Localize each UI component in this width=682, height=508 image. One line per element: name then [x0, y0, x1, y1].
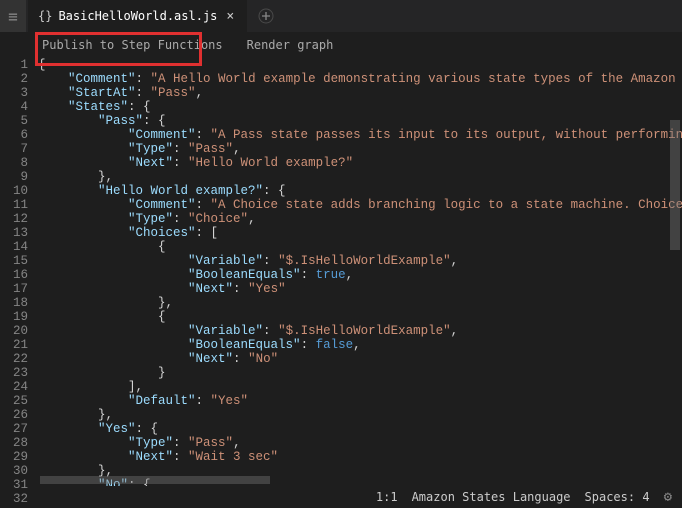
tab-filename: BasicHelloWorld.asl.js — [58, 9, 217, 23]
horizontal-scrollbar[interactable] — [40, 476, 270, 484]
code-line[interactable]: { — [38, 310, 682, 324]
status-bar: 1:1 Amazon States Language Spaces: 4 ⚙ — [366, 486, 682, 508]
language-mode[interactable]: Amazon States Language — [412, 490, 571, 504]
publish-step-functions-link[interactable]: Publish to Step Functions — [42, 38, 223, 52]
code-line[interactable]: }, — [38, 408, 682, 422]
new-tab-button[interactable] — [248, 0, 284, 32]
code-line[interactable]: "Next": "No" — [38, 352, 682, 366]
render-graph-link[interactable]: Render graph — [247, 38, 334, 52]
code-line[interactable]: ], — [38, 380, 682, 394]
code-lens-bar: Publish to Step Functions Render graph — [0, 32, 682, 58]
code-line[interactable]: "Type": "Choice", — [38, 212, 682, 226]
activity-bar-menu-icon[interactable]: ≡ — [0, 0, 26, 32]
editor-tab[interactable]: {} BasicHelloWorld.asl.js × — [28, 0, 248, 32]
code-line[interactable]: "Comment": "A Choice state adds branchin… — [38, 198, 682, 212]
code-line[interactable]: "Variable": "$.IsHelloWorldExample", — [38, 324, 682, 338]
code-line[interactable]: "Type": "Pass", — [38, 142, 682, 156]
json-file-icon: {} — [38, 9, 52, 23]
code-line[interactable]: "Pass": { — [38, 114, 682, 128]
indentation[interactable]: Spaces: 4 — [585, 490, 650, 504]
code-line[interactable]: { — [38, 58, 682, 72]
editor-area[interactable]: 1234567891011121314151617181920212223242… — [0, 58, 682, 486]
code-line[interactable]: "Comment": "A Pass state passes its inpu… — [38, 128, 682, 142]
code-line[interactable]: "Next": "Hello World example?" — [38, 156, 682, 170]
code-line[interactable]: "Variable": "$.IsHelloWorldExample", — [38, 254, 682, 268]
plus-icon — [258, 8, 274, 24]
code-line[interactable]: "Default": "Yes" — [38, 394, 682, 408]
code-line[interactable]: "StartAt": "Pass", — [38, 86, 682, 100]
code-line[interactable]: "Yes": { — [38, 422, 682, 436]
code-line[interactable]: "States": { — [38, 100, 682, 114]
code-line[interactable]: "Type": "Pass", — [38, 436, 682, 450]
code-line[interactable]: "Hello World example?": { — [38, 184, 682, 198]
code-content[interactable]: { "Comment": "A Hello World example demo… — [38, 58, 682, 486]
code-line[interactable]: }, — [38, 296, 682, 310]
tab-bar: {} BasicHelloWorld.asl.js × — [0, 0, 682, 32]
line-number-gutter: 1234567891011121314151617181920212223242… — [0, 58, 38, 486]
code-line[interactable]: "BooleanEquals": true, — [38, 268, 682, 282]
vertical-scrollbar[interactable] — [670, 120, 680, 250]
close-tab-icon[interactable]: × — [223, 9, 237, 24]
code-line[interactable]: } — [38, 366, 682, 380]
code-line[interactable]: "Next": "Wait 3 sec" — [38, 450, 682, 464]
cursor-position[interactable]: 1:1 — [376, 490, 398, 504]
code-line[interactable]: "BooleanEquals": false, — [38, 338, 682, 352]
code-line[interactable]: { — [38, 240, 682, 254]
code-line[interactable]: "Comment": "A Hello World example demons… — [38, 72, 682, 86]
code-line[interactable]: "Choices": [ — [38, 226, 682, 240]
code-line[interactable]: }, — [38, 170, 682, 184]
gear-icon[interactable]: ⚙ — [664, 489, 672, 505]
code-line[interactable]: "Next": "Yes" — [38, 282, 682, 296]
